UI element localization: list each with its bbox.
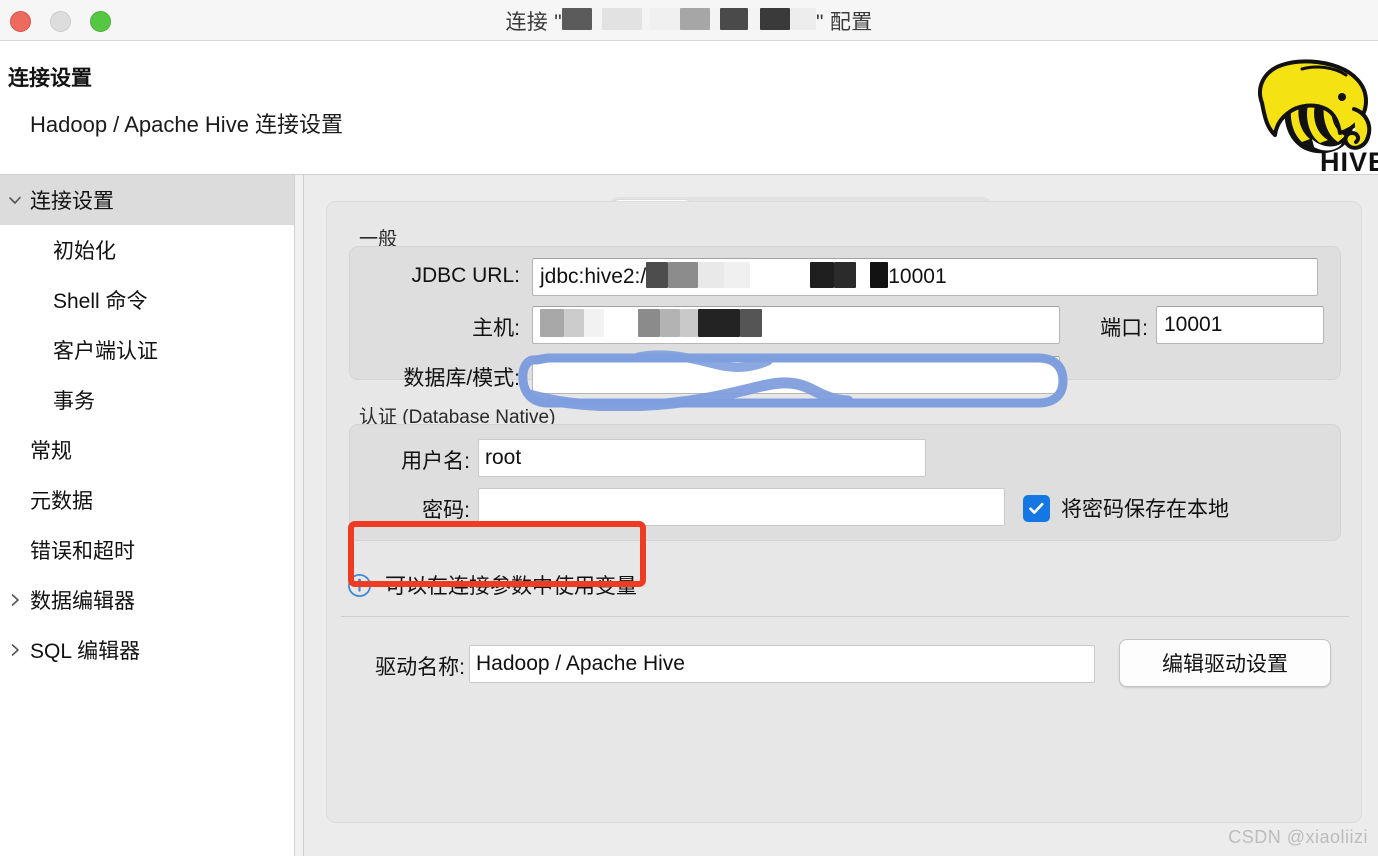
redacted-block xyxy=(760,7,790,30)
sidebar-item-4[interactable]: 事务 xyxy=(0,375,294,425)
password-label: 密码: xyxy=(422,499,470,522)
redacted-block xyxy=(646,262,669,288)
jdbc-url-label: JDBC URL: xyxy=(411,264,520,287)
redacted-block xyxy=(834,262,857,288)
sidebar-gutter xyxy=(295,175,303,856)
redacted-block xyxy=(638,309,660,337)
redacted-block xyxy=(660,309,680,337)
sidebar-item-2[interactable]: Shell 命令 xyxy=(0,275,294,325)
checkmark-icon xyxy=(1023,494,1050,522)
connection-settings-window: 连接 " " 配置 连接设置 Hadoop / Apache Hive 连接设置 xyxy=(0,0,1378,856)
variables-hint-text: 可以在连接参数中使用变量 xyxy=(385,575,637,598)
password-input[interactable] xyxy=(478,488,1005,526)
redacted-block xyxy=(584,309,604,337)
redacted-block xyxy=(562,7,592,30)
chevron-right-icon xyxy=(0,642,30,658)
redacted-block xyxy=(668,262,699,288)
driver-name-label: 驱动名称: xyxy=(375,656,465,679)
driver-name-input[interactable]: Hadoop / Apache Hive xyxy=(469,645,1095,683)
redacted-block xyxy=(650,7,680,30)
footer-divider xyxy=(341,616,1349,617)
page-title: 连接设置 xyxy=(8,67,92,90)
info-icon xyxy=(348,573,371,597)
redacted-block xyxy=(680,7,710,30)
svg-text:HIVE: HIVE xyxy=(1320,147,1378,175)
sidebar-item-label: 初始化 xyxy=(53,240,116,263)
redacted-block xyxy=(790,7,816,30)
hive-logo: HIVE xyxy=(1258,59,1378,175)
port-label: 端口: xyxy=(1100,317,1148,340)
redacted-block xyxy=(720,7,748,30)
sidebar-item-label: 常规 xyxy=(30,440,72,463)
host-redaction xyxy=(540,309,762,341)
sidebar-item-label: 元数据 xyxy=(30,490,93,513)
redacted-block xyxy=(604,309,638,337)
edit-driver-settings-button[interactable]: 编辑驱动设置 xyxy=(1119,639,1331,687)
jdbc-url-redaction xyxy=(646,262,889,292)
auth-group: 用户名: root 密码: 将密码保存在本地 xyxy=(349,424,1341,541)
window-title: 连接 " " 配置 xyxy=(0,0,1378,41)
sidebar-item-label: 错误和超时 xyxy=(30,540,135,563)
sidebar-item-8[interactable]: 数据编辑器 xyxy=(0,575,294,625)
redacted-block xyxy=(724,262,751,288)
host-input[interactable] xyxy=(532,306,1060,344)
redacted-block xyxy=(870,262,889,288)
sidebar-item-label: 数据编辑器 xyxy=(30,590,135,613)
redacted-block xyxy=(680,309,698,337)
redacted-block xyxy=(810,262,835,288)
redacted-block xyxy=(710,7,720,30)
username-label: 用户名: xyxy=(401,450,470,473)
sidebar-item-label: Shell 命令 xyxy=(53,290,148,313)
page-subtitle: Hadoop / Apache Hive 连接设置 xyxy=(30,112,344,137)
sidebar-item-1[interactable]: 初始化 xyxy=(0,225,294,275)
redacted-block xyxy=(856,262,871,288)
chevron-right-icon xyxy=(0,592,30,608)
username-input[interactable]: root xyxy=(478,439,926,477)
window-titlebar: 连接 " " 配置 xyxy=(0,0,1378,41)
redacted-block xyxy=(698,262,725,288)
jdbc-url-suffix: 10001 xyxy=(888,265,947,288)
window-title-redaction xyxy=(562,7,816,34)
sidebar-item-3[interactable]: 客户端认证 xyxy=(0,325,294,375)
save-password-label: 将密码保存在本地 xyxy=(1061,498,1229,521)
redacted-block xyxy=(740,309,762,337)
sidebar-item-9[interactable]: SQL 编辑器 xyxy=(0,625,294,675)
window-title-suffix: " 配置 xyxy=(816,10,873,34)
redacted-block xyxy=(592,7,602,30)
window-title-prefix: 连接 " xyxy=(505,10,562,34)
redacted-block xyxy=(540,309,564,337)
redacted-block xyxy=(750,262,811,288)
sidebar-item-7[interactable]: 错误和超时 xyxy=(0,525,294,575)
main-settings-card: 一般 JDBC URL: jdbc:hive2:/10001 主机: 端口: 1… xyxy=(326,201,1362,823)
settings-sidebar[interactable]: 连接设置初始化 Shell 命令 客户端认证事务常规元数据错误和超时数据编辑器 SQL… xyxy=(0,175,294,856)
dialog-body: 连接设置初始化 Shell 命令 客户端认证事务常规元数据错误和超时数据编辑器 SQL… xyxy=(0,174,1378,856)
variables-hint-row: 可以在连接参数中使用变量 xyxy=(347,570,637,600)
sidebar-item-5[interactable]: 常规 xyxy=(0,425,294,475)
redacted-block xyxy=(642,7,650,30)
sidebar-item-label: 客户端认证 xyxy=(53,340,158,363)
sidebar-item-0[interactable]: 连接设置 xyxy=(0,175,294,225)
redacted-block xyxy=(564,309,584,337)
save-password-checkbox[interactable]: 将密码保存在本地 xyxy=(1023,493,1229,523)
chevron-down-icon xyxy=(0,192,30,208)
port-input[interactable]: 10001 xyxy=(1156,306,1324,344)
sidebar-item-label: 事务 xyxy=(53,390,95,413)
sidebar-item-label: 连接设置 xyxy=(30,190,114,213)
watermark: CSDN @xiaoliizi xyxy=(1228,827,1368,847)
dialog-header: 连接设置 Hadoop / Apache Hive 连接设置 HIV xyxy=(0,41,1378,175)
jdbc-url-prefix: jdbc:hive2:/ xyxy=(540,265,647,288)
settings-content-panel: 主要驱动属性SSHProxy 一般 JDBC URL: jdbc:hive2:/… xyxy=(304,175,1378,856)
redacted-block xyxy=(698,309,740,337)
redacted-block xyxy=(748,7,760,30)
sidebar-item-label: SQL 编辑器 xyxy=(30,640,141,663)
database-input[interactable] xyxy=(532,356,1060,394)
host-label: 主机: xyxy=(472,317,520,340)
jdbc-url-input[interactable]: jdbc:hive2:/ 10001 xyxy=(532,258,1318,296)
sidebar-item-6[interactable]: 元数据 xyxy=(0,475,294,525)
redacted-block xyxy=(602,7,642,30)
database-label: 数据库/模式: xyxy=(403,367,520,390)
general-group: JDBC URL: jdbc:hive2:/ 10001 主机: 端口: 1000… xyxy=(349,246,1341,394)
